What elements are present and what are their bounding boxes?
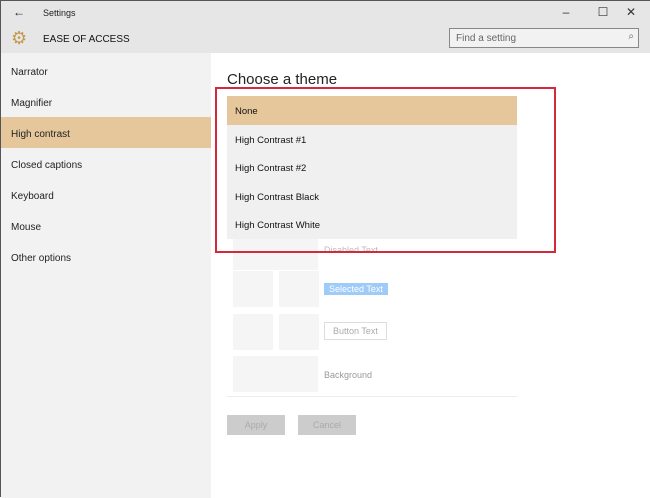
gear-icon: ⚙ <box>11 28 27 49</box>
search-input[interactable]: Find a setting ⌕ <box>449 28 639 48</box>
sidebar-item-high-contrast[interactable]: High contrast <box>1 117 211 148</box>
preview-swatch <box>233 314 273 350</box>
preview-swatch <box>233 236 318 270</box>
theme-option-hc1[interactable]: High Contrast #1 <box>227 125 517 154</box>
selected-text-sample: Selected Text <box>324 283 388 295</box>
search-placeholder: Find a setting <box>456 33 516 44</box>
theme-option-hc2[interactable]: High Contrast #2 <box>227 153 517 182</box>
minimize-button[interactable]: – <box>556 5 576 19</box>
header: ⚙ EASE OF ACCESS Find a setting ⌕ <box>1 25 650 53</box>
theme-option-hc-black[interactable]: High Contrast Black <box>227 182 517 211</box>
theme-option-none[interactable]: None <box>227 96 517 125</box>
theme-dropdown-list[interactable]: None High Contrast #1 High Contrast #2 H… <box>227 96 517 239</box>
preview-swatch <box>279 314 319 350</box>
window-title: Settings <box>43 8 76 18</box>
theme-option-hc-white[interactable]: High Contrast White <box>227 210 517 239</box>
background-sample: Background <box>324 370 372 380</box>
maximize-button[interactable]: ☐ <box>593 5 613 19</box>
preview-swatch <box>279 271 319 307</box>
close-button[interactable]: ✕ <box>621 5 641 19</box>
sidebar-item-other-options[interactable]: Other options <box>1 241 211 272</box>
search-icon[interactable]: ⌕ <box>628 31 634 42</box>
sidebar-item-closed-captions[interactable]: Closed captions <box>1 148 211 179</box>
apply-button[interactable]: Apply <box>227 415 285 435</box>
page-title: EASE OF ACCESS <box>43 34 130 45</box>
sidebar-item-magnifier[interactable]: Magnifier <box>1 86 211 117</box>
sidebar-item-mouse[interactable]: Mouse <box>1 210 211 241</box>
cancel-button[interactable]: Cancel <box>298 415 356 435</box>
sidebar-item-keyboard[interactable]: Keyboard <box>1 179 211 210</box>
title-bar: ← Settings – ☐ ✕ <box>1 1 650 25</box>
button-text-sample: Button Text <box>324 322 387 340</box>
section-heading: Choose a theme <box>227 71 337 88</box>
sidebar-item-narrator[interactable]: Narrator <box>1 55 211 86</box>
back-arrow-icon[interactable]: ← <box>13 5 25 19</box>
sidebar: Narrator Magnifier High contrast Closed … <box>1 53 211 498</box>
preview-swatch <box>233 271 273 307</box>
disabled-text-sample: Disabled Text <box>324 245 378 255</box>
preview-swatch <box>233 356 318 392</box>
